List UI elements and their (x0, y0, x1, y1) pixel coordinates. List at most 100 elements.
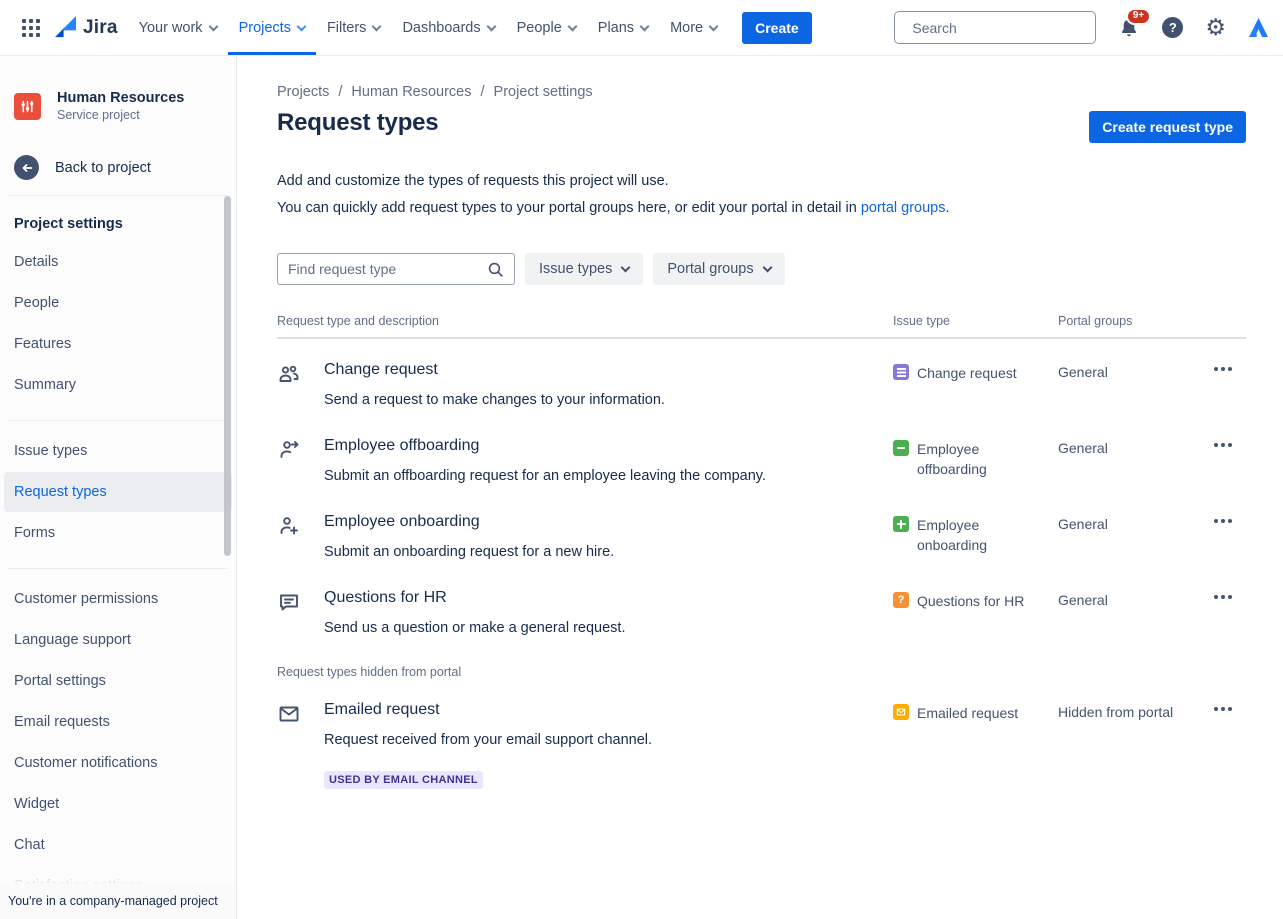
chevron-down-icon (567, 21, 577, 31)
nav-plans[interactable]: Plans (587, 0, 659, 55)
nav-people[interactable]: People (506, 0, 587, 55)
sidebar-item-customer-permissions[interactable]: Customer permissions (4, 579, 232, 619)
sidebar-item-chat[interactable]: Chat (4, 825, 232, 865)
chevron-down-icon (486, 21, 496, 31)
nav-filters[interactable]: Filters (316, 0, 391, 55)
create-button[interactable]: Create (742, 12, 812, 44)
sidebar-item-language-support[interactable]: Language support (4, 620, 232, 660)
sidebar-group-channels: Customer permissions Language support Po… (0, 579, 236, 919)
top-navigation-bar: Jira Your work Projects Filters Dashboar… (0, 0, 1283, 56)
jira-logo[interactable]: Jira (50, 0, 128, 55)
table-header: Request type and description Issue type … (277, 314, 1246, 337)
nav-your-work[interactable]: Your work (128, 0, 228, 55)
request-types-table: Request type and description Issue type … (277, 314, 1246, 789)
page-title: Request types (277, 109, 438, 137)
description-line2: You can quickly add request types to you… (277, 200, 861, 216)
used-by-email-channel-badge: USED BY EMAIL CHANNEL (324, 771, 483, 789)
sidebar-item-issue-types[interactable]: Issue types (4, 431, 232, 471)
more-options-button[interactable] (1210, 701, 1246, 717)
help-button[interactable]: ? (1162, 17, 1183, 38)
table-row: Employee onboarding Submit an onboarding… (277, 491, 1246, 567)
request-type-name[interactable]: Emailed request (324, 701, 440, 718)
sidebar-footer: You're in a company-managed project (0, 885, 235, 919)
global-search[interactable] (894, 11, 1096, 44)
portal-groups-filter-dropdown[interactable]: Portal groups (653, 253, 784, 285)
request-type-name[interactable]: Questions for HR (324, 589, 447, 606)
column-header-portal-groups: Portal groups (1058, 314, 1210, 328)
app-switcher-button[interactable] (12, 0, 50, 55)
nav-label: More (670, 20, 703, 36)
request-type-name[interactable]: Employee onboarding (324, 513, 480, 530)
issue-type-label: Change request (917, 363, 1039, 383)
sliders-icon (19, 98, 36, 115)
sidebar-item-portal-settings[interactable]: Portal settings (4, 661, 232, 701)
table-row: Employee offboarding Submit an offboardi… (277, 415, 1246, 491)
nav-label: People (517, 20, 562, 36)
questions-for-hr-issue-type-icon: ? (893, 592, 909, 608)
issue-type-label: Employee onboarding (917, 515, 1039, 555)
breadcrumb-projects[interactable]: Projects (277, 84, 329, 100)
atlassian-app-button[interactable] (1248, 17, 1269, 38)
sidebar-item-request-types[interactable]: Request types (4, 472, 232, 512)
more-options-button[interactable] (1210, 589, 1246, 605)
sidebar-item-people[interactable]: People (4, 283, 232, 323)
arrow-left-icon (14, 155, 39, 180)
find-request-type-input[interactable] (288, 261, 487, 277)
nav-label: Dashboards (402, 20, 480, 36)
portal-group-label: General (1058, 437, 1210, 456)
chevron-down-icon (640, 21, 650, 31)
chevron-down-icon (208, 21, 218, 31)
sidebar-item-customer-notifications[interactable]: Customer notifications (4, 743, 232, 783)
request-type-description: Submit an onboarding request for a new h… (324, 544, 614, 560)
sidebar-item-features[interactable]: Features (4, 324, 232, 364)
breadcrumb-separator: / (481, 84, 485, 100)
sidebar-scrollbar[interactable] (224, 196, 231, 556)
issue-type-label: Emailed request (917, 703, 1039, 723)
request-type-description: Submit an offboarding request for an emp… (324, 468, 766, 484)
chevron-down-icon (762, 263, 772, 273)
comment-icon (277, 590, 301, 614)
nav-projects[interactable]: Projects (228, 0, 316, 55)
portal-group-label: General (1058, 361, 1210, 380)
sidebar-divider (8, 568, 228, 569)
sidebar-item-widget[interactable]: Widget (4, 784, 232, 824)
project-type: Service project (57, 108, 184, 122)
request-type-description: Send us a question or make a general req… (324, 620, 625, 636)
chevron-down-icon (709, 21, 719, 31)
settings-button[interactable]: ⚙ (1205, 16, 1226, 39)
issue-types-filter-dropdown[interactable]: Issue types (525, 253, 643, 285)
notification-count-badge: 9+ (1126, 8, 1150, 25)
sidebar-divider (8, 195, 228, 196)
sidebar-item-summary[interactable]: Summary (4, 365, 232, 405)
nav-more[interactable]: More (659, 0, 728, 55)
request-type-name[interactable]: Change request (324, 361, 438, 378)
employee-onboarding-issue-type-icon (893, 516, 909, 532)
page-description: Add and customize the types of requests … (277, 168, 1246, 222)
breadcrumb-project-settings[interactable]: Project settings (494, 84, 593, 100)
search-input[interactable] (912, 20, 1093, 36)
hidden-section-label: Request types hidden from portal (277, 665, 1246, 679)
more-options-button[interactable] (1210, 361, 1246, 377)
more-options-button[interactable] (1210, 513, 1246, 529)
help-icon: ? (1162, 17, 1183, 38)
portal-groups-link[interactable]: portal groups (861, 200, 946, 216)
sidebar-item-email-requests[interactable]: Email requests (4, 702, 232, 742)
more-options-button[interactable] (1210, 437, 1246, 453)
notifications-button[interactable]: 9+ (1118, 17, 1140, 39)
nav-dashboards[interactable]: Dashboards (391, 0, 505, 55)
breadcrumb-human-resources[interactable]: Human Resources (351, 84, 471, 100)
sidebar-item-forms[interactable]: Forms (4, 513, 232, 553)
issue-type-label: Employee offboarding (917, 439, 1039, 479)
app-grid-icon (22, 19, 26, 23)
back-to-project-button[interactable]: Back to project (0, 155, 236, 180)
sidebar-group-general: Details People Features Summary (0, 242, 236, 405)
people-icon (277, 362, 301, 386)
find-request-type-search[interactable] (277, 253, 515, 285)
create-request-type-button[interactable]: Create request type (1089, 111, 1246, 143)
change-request-issue-type-icon (893, 364, 909, 380)
column-header-issue-type: Issue type (893, 314, 1058, 328)
jira-logo-icon (54, 16, 77, 39)
breadcrumb-separator: / (338, 84, 342, 100)
request-type-name[interactable]: Employee offboarding (324, 437, 479, 454)
sidebar-item-details[interactable]: Details (4, 242, 232, 282)
